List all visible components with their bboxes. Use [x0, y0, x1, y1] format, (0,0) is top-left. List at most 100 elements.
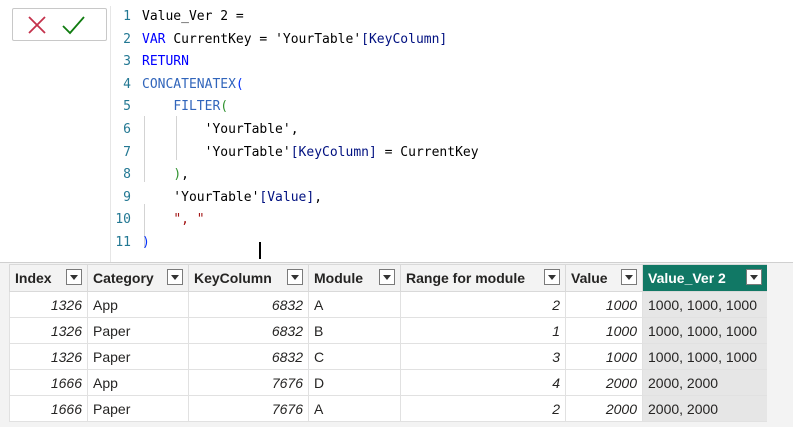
table-cell[interactable]: Paper	[87, 395, 189, 422]
table-cell[interactable]: 1000, 1000, 1000	[642, 317, 768, 344]
table-cell[interactable]: 1666	[9, 369, 88, 396]
table-cell[interactable]: 7676	[188, 395, 309, 422]
table-cell[interactable]: 2000	[565, 369, 643, 396]
column-header-value[interactable]: Value	[565, 264, 643, 292]
code-text: 'YourTable'[Value],	[142, 187, 322, 209]
text-caret	[259, 242, 261, 259]
column-header-label: Value	[571, 270, 608, 286]
line-number: 7	[123, 144, 131, 160]
table-cell[interactable]: 3	[400, 343, 566, 370]
dax-formula-editor[interactable]: 1 Value_Ver 2 = 2 VAR CurrentKey = 'YourTab…	[110, 6, 793, 262]
code-token: (	[235, 76, 244, 92]
table-cell[interactable]: App	[87, 369, 189, 396]
table-cell[interactable]: Paper	[87, 343, 189, 370]
grid-body: 1326 App 6832 A 2 1000 1000, 1000, 1000 1326 Pap…	[9, 291, 768, 422]
column-header-range-for-module[interactable]: Range for module	[400, 264, 566, 292]
filter-dropdown-icon[interactable]	[167, 269, 183, 285]
table-cell[interactable]: Paper	[87, 317, 189, 344]
table-cell[interactable]: A	[308, 291, 401, 318]
table-cell[interactable]: 6832	[188, 317, 309, 344]
filter-dropdown-icon[interactable]	[379, 269, 395, 285]
code-token: CONCATENATEX	[142, 76, 236, 92]
code-line[interactable]: 7 'YourTable'[KeyColumn] = CurrentKey	[111, 142, 793, 164]
code-line[interactable]: 2 VAR CurrentKey = 'YourTable'[KeyColumn]	[111, 29, 793, 51]
table-cell[interactable]: B	[308, 317, 401, 344]
code-token: 'YourTable',	[142, 122, 299, 137]
code-token: [KeyColumn]	[361, 31, 448, 47]
table-cell[interactable]: 7676	[188, 369, 309, 396]
column-header-value-ver-2[interactable]: Value_Ver 2	[642, 264, 768, 292]
code-text: RETURN	[142, 51, 189, 73]
code-line[interactable]: 5 FILTER(	[111, 96, 793, 118]
column-header-keycolumn[interactable]: KeyColumn	[188, 264, 309, 292]
filter-dropdown-icon[interactable]	[287, 269, 303, 285]
table-cell[interactable]: 1000, 1000, 1000	[642, 343, 768, 370]
line-number: 6	[123, 122, 131, 137]
code-text: VAR CurrentKey = 'YourTable'[KeyColumn]	[142, 29, 447, 51]
data-grid: Index Category KeyColumn Module Range for mo…	[9, 264, 768, 422]
table-row: 1666 Paper 7676 A 2 2000 2000, 2000	[9, 395, 768, 422]
table-cell[interactable]: 1326	[9, 317, 88, 344]
code-token: FILTER	[173, 99, 221, 115]
column-header-category[interactable]: Category	[87, 264, 189, 292]
line-number: 3	[123, 54, 131, 70]
table-cell[interactable]: 2000, 2000	[642, 395, 768, 422]
code-text: 'YourTable'[KeyColumn] = CurrentKey	[142, 142, 479, 164]
filter-dropdown-icon[interactable]	[544, 269, 560, 285]
column-header-index[interactable]: Index	[9, 264, 88, 292]
code-line[interactable]: 9 'YourTable'[Value],	[111, 187, 793, 209]
table-cell[interactable]: 4	[400, 369, 566, 396]
table-cell[interactable]: 2	[400, 291, 566, 318]
table-cell[interactable]: 2000, 2000	[642, 369, 768, 396]
code-line[interactable]: 11)	[111, 232, 793, 254]
filter-dropdown-icon[interactable]	[66, 269, 82, 285]
code-token: 'YourTable'	[275, 31, 362, 47]
code-token: ,	[181, 167, 189, 183]
code-token: [Value]	[259, 189, 315, 205]
table-cell[interactable]: App	[87, 291, 189, 318]
table-cell[interactable]: 6832	[188, 343, 309, 370]
column-header-module[interactable]: Module	[308, 264, 401, 292]
table-cell[interactable]: 1000	[565, 343, 643, 370]
table-cell[interactable]: A	[308, 395, 401, 422]
code-line[interactable]: 8 ),	[111, 164, 793, 186]
table-cell[interactable]: 1326	[9, 343, 88, 370]
table-cell[interactable]: 1666	[9, 395, 88, 422]
cancel-button[interactable]	[24, 12, 50, 38]
code-text: FILTER(	[142, 96, 228, 118]
line-number: 1	[123, 9, 131, 24]
code-line[interactable]: 6 'YourTable',	[111, 119, 793, 141]
code-token: Value_Ver 2 =	[142, 9, 244, 24]
column-header-label: Module	[314, 270, 363, 286]
line-number: 9	[123, 189, 131, 205]
code-line[interactable]: 1 Value_Ver 2 =	[111, 6, 793, 28]
line-number: 4	[123, 76, 131, 92]
code-line[interactable]: 10 ", "	[111, 209, 793, 231]
table-row: 1326 App 6832 A 2 1000 1000, 1000, 1000	[9, 291, 768, 318]
column-header-label: Index	[15, 270, 52, 286]
filter-dropdown-icon[interactable]	[621, 269, 637, 285]
formula-commit-panel	[12, 8, 107, 41]
code-line[interactable]: 4 CONCATENATEX(	[111, 74, 793, 96]
table-cell[interactable]: C	[308, 343, 401, 370]
table-cell[interactable]: 1000, 1000, 1000	[642, 291, 768, 318]
code-token: ", "	[173, 212, 205, 228]
table-row: 1326 Paper 6832 C 3 1000 1000, 1000, 1000	[9, 343, 768, 370]
close-icon	[28, 16, 46, 34]
line-number: 5	[123, 99, 131, 115]
table-cell[interactable]: 2000	[565, 395, 643, 422]
table-cell[interactable]: D	[308, 369, 401, 396]
code-token: CurrentKey =	[173, 31, 276, 47]
filter-dropdown-icon[interactable]	[746, 269, 762, 285]
commit-button[interactable]	[60, 12, 86, 38]
table-cell[interactable]: 1000	[565, 317, 643, 344]
table-cell[interactable]: 1000	[565, 291, 643, 318]
table-cell[interactable]: 6832	[188, 291, 309, 318]
code-line[interactable]: 3 RETURN	[111, 51, 793, 73]
code-token: (	[220, 99, 229, 115]
code-token: 'YourTable'	[142, 144, 291, 160]
table-cell[interactable]: 1	[400, 317, 566, 344]
table-cell[interactable]: 1326	[9, 291, 88, 318]
table-cell[interactable]: 2	[400, 395, 566, 422]
